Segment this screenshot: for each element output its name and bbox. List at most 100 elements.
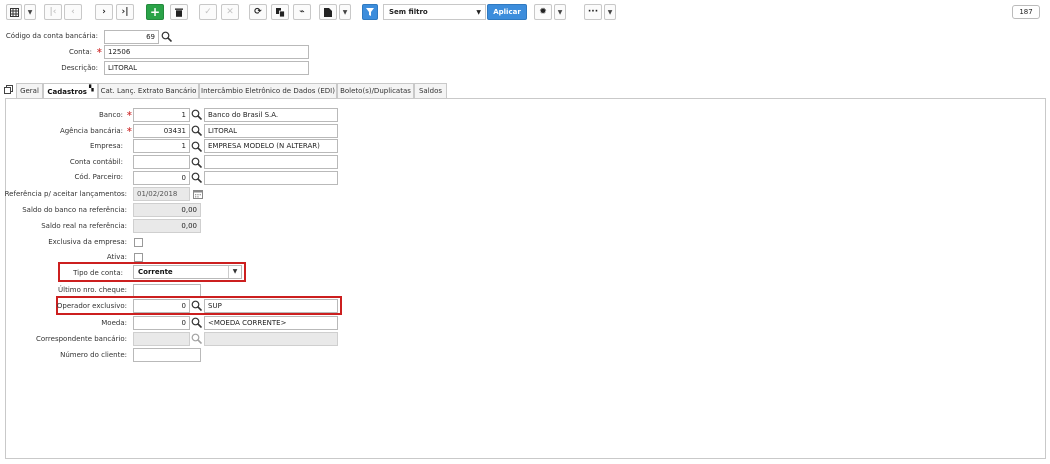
saldo-banco-field: 0,00 [133, 203, 201, 217]
operador-name-field[interactable]: SUP [204, 299, 338, 313]
parceiro-label: Cód. Parceiro: [74, 173, 123, 181]
chevron-down-icon: ▼ [27, 8, 33, 16]
apply-filter-button[interactable]: Aplicar [487, 4, 527, 20]
previous-record-icon[interactable]: ‹ [64, 4, 82, 20]
description-field[interactable]: LITORAL [104, 61, 309, 75]
tipo-conta-value: Corrente [138, 268, 173, 276]
chevron-down-icon: ▼ [476, 9, 481, 16]
conta-contabil-description-field[interactable] [204, 155, 338, 169]
moeda-code-field[interactable]: 0 [133, 316, 190, 330]
required-marker: ∗ [126, 109, 133, 118]
referencia-date-field[interactable]: 01/02/2018 [133, 187, 190, 201]
bank-account-code-field[interactable]: 69 [104, 30, 159, 44]
window-icon[interactable] [4, 85, 13, 96]
filter-value: Sem filtro [389, 8, 428, 16]
ultimo-cheque-label: Último nro. cheque: [58, 286, 127, 294]
agencia-label: Agência bancária: [59, 127, 123, 135]
tab-edi[interactable]: Intercâmbio Eletrônico de Dados (EDI) [199, 83, 337, 98]
tab-cadastros[interactable]: Cadastros ▚ [43, 83, 98, 99]
tab-bar: Geral Cadastros ▚ Cat. Lanç. Extrato Ban… [0, 83, 1050, 99]
filter-icon[interactable] [362, 4, 378, 20]
parceiro-code-field[interactable]: 0 [133, 171, 190, 185]
record-count-badge: 187 [1012, 5, 1040, 19]
referencia-label: Referência p/ aceitar lançamentos: [4, 190, 127, 198]
description-label: Descrição: [61, 64, 98, 72]
moeda-label: Moeda: [101, 319, 127, 327]
banco-name-field[interactable]: Banco do Brasil S.A. [204, 108, 338, 122]
tab-saldos[interactable]: Saldos [414, 83, 447, 98]
search-icon[interactable] [191, 109, 202, 120]
search-icon[interactable] [191, 300, 202, 311]
conta-contabil-field[interactable] [133, 155, 190, 169]
tipo-conta-select[interactable]: Corrente ▼ [133, 265, 242, 279]
grid-view-icon[interactable] [6, 4, 22, 20]
saldo-banco-label: Saldo do banco na referência: [22, 206, 127, 214]
chevron-down-icon: ▼ [607, 8, 613, 16]
attachment-icon[interactable]: ⌁ [293, 4, 311, 20]
search-icon[interactable] [191, 172, 202, 183]
gear-icon[interactable]: ✹ [534, 4, 552, 20]
empresa-label: Empresa: [89, 142, 123, 150]
parceiro-name-field[interactable] [204, 171, 338, 185]
numero-cliente-field[interactable] [133, 348, 201, 362]
export-icon[interactable] [319, 4, 337, 20]
filter-select[interactable]: Sem filtro ▼ [383, 4, 486, 20]
next-record-icon[interactable]: › [95, 4, 113, 20]
settings-dropdown-button[interactable]: ▼ [554, 4, 566, 20]
tipo-conta-label: Tipo de conta: [73, 269, 123, 277]
search-icon[interactable] [191, 125, 202, 136]
ativa-checkbox[interactable] [134, 253, 143, 262]
account-field[interactable]: 12506 [104, 45, 309, 59]
calendar-icon[interactable] [193, 189, 203, 201]
required-marker: ∗ [96, 46, 103, 55]
correspondente-name-field [204, 332, 338, 346]
bank-account-code-label: Código da conta bancária: [5, 32, 98, 40]
duplicate-icon[interactable] [271, 4, 289, 20]
moeda-name-field[interactable]: <MOEDA CORRENTE> [204, 316, 338, 330]
search-icon[interactable] [191, 157, 202, 168]
account-label: Conta: [69, 48, 92, 56]
export-dropdown-button[interactable]: ▼ [339, 4, 351, 20]
search-icon[interactable] [161, 31, 172, 42]
confirm-icon[interactable]: ✓ [199, 4, 217, 20]
exclusiva-label: Exclusiva da empresa: [48, 238, 127, 246]
empresa-code-field[interactable]: 1 [133, 139, 190, 153]
tab-cat-lanc-extrato[interactable]: Cat. Lanç. Extrato Bancário [98, 83, 199, 98]
last-record-icon[interactable]: ›| [116, 4, 134, 20]
chevron-down-icon: ▼ [342, 8, 348, 16]
banco-label: Banco: [98, 111, 123, 119]
search-icon [191, 333, 202, 344]
saldo-real-field: 0,00 [133, 219, 201, 233]
trash-icon[interactable] [170, 4, 188, 20]
exclusiva-checkbox[interactable] [134, 238, 143, 247]
view-dropdown-button[interactable]: ▼ [24, 4, 36, 20]
more-dropdown-button[interactable]: ▼ [604, 4, 616, 20]
tab-geral[interactable]: Geral [16, 83, 43, 98]
search-icon[interactable] [191, 317, 202, 328]
operador-code-field[interactable]: 0 [133, 299, 190, 313]
required-marker: ∗ [126, 125, 133, 134]
chevron-down-icon: ▼ [557, 8, 563, 16]
agencia-code-field[interactable]: 03431 [133, 124, 190, 138]
correspondente-label: Correspondente bancário: [36, 335, 127, 343]
empresa-name-field[interactable]: EMPRESA MODELO (N ALTERAR) [204, 139, 338, 153]
tab-boletos[interactable]: Boleto(s)/Duplicatas [337, 83, 414, 98]
more-icon[interactable]: ··· [584, 4, 602, 20]
search-icon[interactable] [191, 141, 202, 152]
conta-contabil-label: Conta contábil: [69, 158, 123, 166]
tab-cadastros-label: Cadastros [47, 87, 87, 96]
ativa-label: Ativa: [106, 253, 127, 261]
agencia-name-field[interactable]: LITORAL [204, 124, 338, 138]
chevron-down-icon: ▼ [228, 266, 241, 278]
first-record-icon[interactable]: |‹ [44, 4, 62, 20]
add-icon[interactable]: + [146, 4, 164, 20]
saldo-real-label: Saldo real na referência: [41, 222, 127, 230]
pin-icon: ▚ [88, 85, 94, 92]
correspondente-code-field [133, 332, 190, 346]
toolbar: ▼ |‹ ‹ › ›| + ✓ ✕ ⟳ ⌁ ▼ Sem filtro ▼ Apl… [0, 0, 1050, 25]
numero-cliente-label: Número do cliente: [60, 351, 127, 359]
banco-code-field[interactable]: 1 [133, 108, 190, 122]
operador-label: Operador exclusivo: [56, 302, 127, 310]
refresh-icon[interactable]: ⟳ [249, 4, 267, 20]
cancel-icon[interactable]: ✕ [221, 4, 239, 20]
